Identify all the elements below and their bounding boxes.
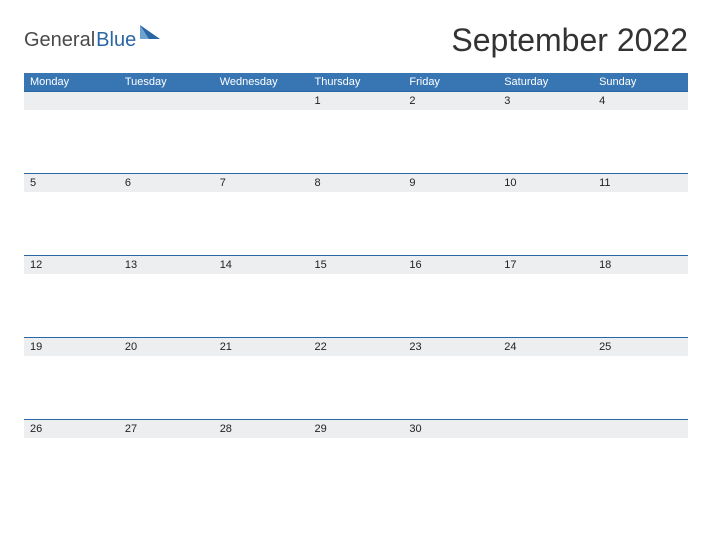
brand-general: General [24,29,95,52]
day-header: Monday [24,73,119,92]
day-body [309,110,404,174]
day-body [214,274,309,338]
day-body [309,356,404,420]
day-number: 13 [119,256,214,274]
day-number: 19 [24,338,119,356]
day-number: 24 [498,338,593,356]
day-header-row: Monday Tuesday Wednesday Thursday Friday… [24,73,688,92]
day-number [593,420,688,438]
day-number [119,92,214,110]
week-row: 12 13 14 15 16 17 18 [24,256,688,274]
brand-blue: Blue [96,29,136,52]
day-body [593,110,688,174]
logo-triangle-icon [140,22,160,45]
day-body [593,192,688,256]
week-row: 26 27 28 29 30 [24,420,688,438]
day-number: 1 [309,92,404,110]
day-body [24,110,119,174]
day-number: 9 [403,174,498,192]
day-number: 7 [214,174,309,192]
week-row: 5 6 7 8 9 10 11 [24,174,688,192]
day-number: 17 [498,256,593,274]
day-number [214,92,309,110]
day-body [498,192,593,256]
day-body [403,110,498,174]
day-number: 30 [403,420,498,438]
day-body [214,438,309,502]
calendar-header: General Blue September 2022 [24,22,688,59]
day-body [309,438,404,502]
day-body [24,274,119,338]
day-number: 12 [24,256,119,274]
day-body [119,192,214,256]
day-number: 2 [403,92,498,110]
day-body [593,274,688,338]
day-body [498,356,593,420]
week-body [24,356,688,420]
day-number: 5 [24,174,119,192]
day-body [119,110,214,174]
day-number: 14 [214,256,309,274]
day-body [309,192,404,256]
day-body [24,356,119,420]
day-body [119,438,214,502]
day-body [24,438,119,502]
day-number: 18 [593,256,688,274]
day-number: 23 [403,338,498,356]
day-body [119,274,214,338]
day-number: 20 [119,338,214,356]
day-body [24,192,119,256]
day-body [214,110,309,174]
day-number: 3 [498,92,593,110]
week-body [24,438,688,502]
day-number: 28 [214,420,309,438]
day-body [498,110,593,174]
day-body [593,438,688,502]
day-number: 21 [214,338,309,356]
day-body [403,192,498,256]
day-body [403,274,498,338]
day-header: Friday [403,73,498,92]
day-number: 16 [403,256,498,274]
day-number [498,420,593,438]
day-body [214,192,309,256]
day-number: 4 [593,92,688,110]
day-body [498,274,593,338]
day-body [593,356,688,420]
day-body [403,438,498,502]
calendar-grid: Monday Tuesday Wednesday Thursday Friday… [24,73,688,502]
day-number: 25 [593,338,688,356]
day-body [403,356,498,420]
brand-logo: General Blue [24,29,160,52]
day-number: 22 [309,338,404,356]
day-body [214,356,309,420]
day-body [119,356,214,420]
day-number: 15 [309,256,404,274]
day-number: 8 [309,174,404,192]
day-number: 29 [309,420,404,438]
day-number: 10 [498,174,593,192]
week-body [24,192,688,256]
day-number: 27 [119,420,214,438]
calendar-title: September 2022 [451,22,688,59]
week-body [24,274,688,338]
day-number [24,92,119,110]
week-row: 1 2 3 4 [24,92,688,110]
week-body [24,110,688,174]
day-header: Sunday [593,73,688,92]
day-body [498,438,593,502]
day-header: Thursday [309,73,404,92]
day-header: Tuesday [119,73,214,92]
day-header: Wednesday [214,73,309,92]
day-number: 11 [593,174,688,192]
week-row: 19 20 21 22 23 24 25 [24,338,688,356]
day-number: 6 [119,174,214,192]
day-number: 26 [24,420,119,438]
day-header: Saturday [498,73,593,92]
day-body [309,274,404,338]
